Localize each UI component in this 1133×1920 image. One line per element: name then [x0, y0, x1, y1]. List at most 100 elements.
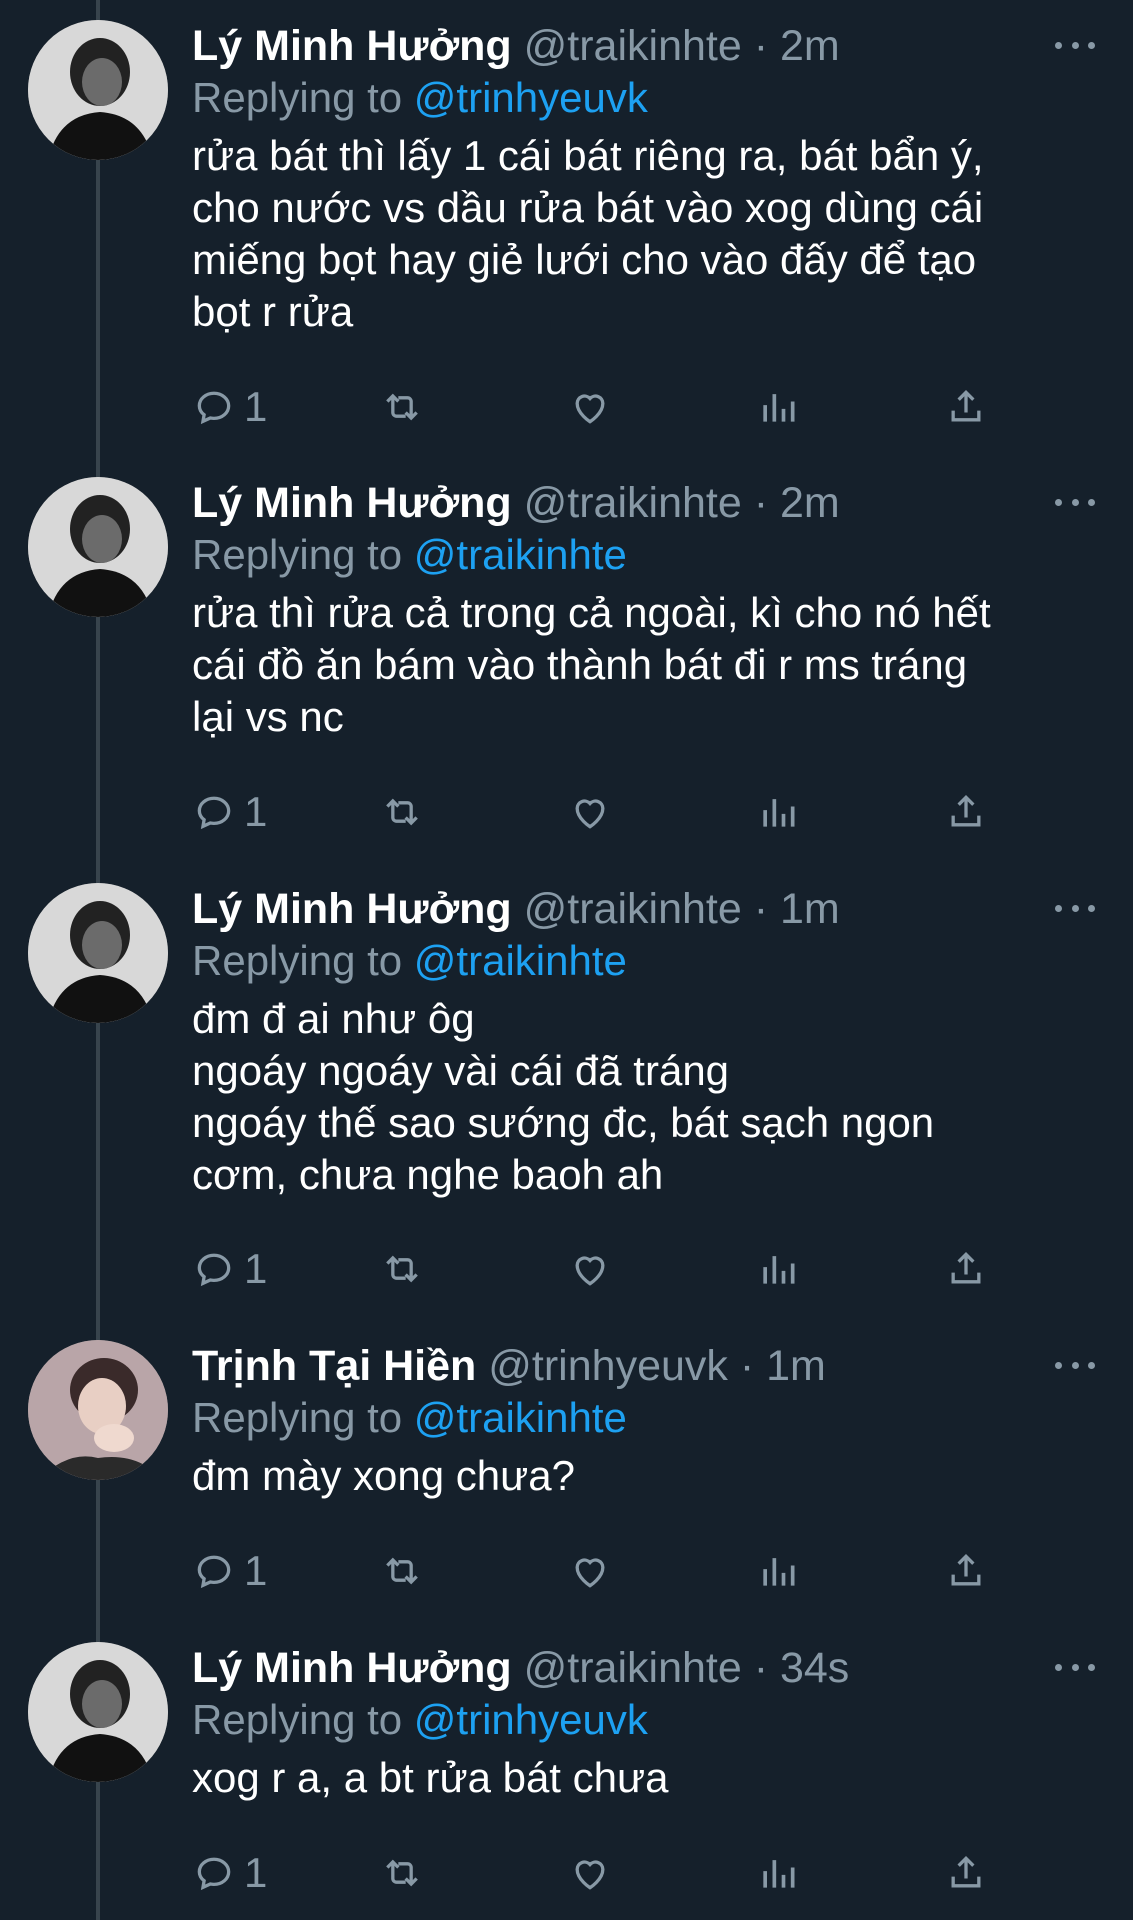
analytics-button[interactable] [756, 382, 800, 432]
more-options-icon[interactable] [1055, 30, 1095, 60]
reply-count: 1 [244, 788, 268, 835]
replying-to: Replying to @traikinhte [192, 1394, 627, 1441]
tweet-actions: 1 [192, 1848, 992, 1898]
tweet-actions: 1 [192, 1546, 992, 1596]
tweet-text: đm mày xong chưa? [192, 1452, 575, 1499]
reply-icon [197, 1555, 231, 1589]
tweet-actions: 1 [192, 787, 992, 837]
heart-icon [575, 1558, 605, 1588]
tweet-header: Lý Minh Hưởng @traikinhte · 2m [192, 20, 840, 72]
author-handle-time: @traikinhte · 34s [523, 1644, 850, 1692]
like-button[interactable] [568, 787, 612, 837]
more-options-icon[interactable] [1055, 487, 1095, 517]
tweet-header: Lý Minh Hưởng @traikinhte · 2m [192, 477, 840, 529]
reply-count: 1 [244, 1849, 268, 1896]
avatar[interactable] [28, 1340, 168, 1480]
analytics-icon [763, 1860, 795, 1888]
analytics-icon [763, 1256, 795, 1284]
mention-link[interactable]: @traikinhte [414, 531, 627, 578]
avatar[interactable] [28, 1642, 168, 1782]
tweet-header: Trịnh Tại Hiền @trinhyeuvk · 1m [192, 1340, 826, 1392]
like-button[interactable] [568, 1848, 612, 1898]
reply-icon [197, 391, 231, 425]
replying-to: Replying to @trinhyeuvk [192, 74, 648, 121]
analytics-icon [763, 394, 795, 422]
author-handle-time: @traikinhte · 2m [523, 22, 840, 70]
replying-to: Replying to @traikinhte [192, 937, 627, 984]
tweet-text: xog r a, a bt rửa bát chưa [192, 1754, 669, 1801]
share-button[interactable] [944, 1244, 988, 1294]
tweet-header: Lý Minh Hưởng @traikinhte · 34s [192, 1642, 849, 1694]
mention-link[interactable]: @traikinhte [414, 937, 627, 984]
author-name[interactable]: Lý Minh Hưởng [192, 885, 512, 933]
reply-count: 1 [244, 383, 268, 430]
more-options-icon[interactable] [1055, 893, 1095, 923]
reply-icon [197, 1253, 231, 1287]
retweet-icon [386, 1859, 418, 1887]
analytics-icon [763, 799, 795, 827]
share-button[interactable] [944, 1848, 988, 1898]
retweet-button[interactable] [380, 382, 424, 432]
avatar[interactable] [28, 477, 168, 617]
heart-icon [575, 799, 605, 829]
like-button[interactable] [568, 382, 612, 432]
author-name[interactable]: Lý Minh Hưởng [192, 22, 512, 70]
reply-icon [197, 1857, 231, 1891]
author-handle-time: @trinhyeuvk · 1m [488, 1342, 826, 1390]
retweet-button[interactable] [380, 1848, 424, 1898]
retweet-icon [386, 798, 418, 826]
heart-icon [575, 394, 605, 424]
avatar[interactable] [28, 20, 168, 160]
author-handle-time: @traikinhte · 2m [523, 479, 840, 527]
reply-button[interactable]: 1 [192, 1848, 267, 1898]
reply-count: 1 [244, 1245, 268, 1292]
like-button[interactable] [568, 1546, 612, 1596]
share-icon [951, 389, 981, 422]
reply-button[interactable]: 1 [192, 787, 267, 837]
more-options-icon[interactable] [1055, 1350, 1095, 1380]
analytics-button[interactable] [756, 1546, 800, 1596]
analytics-icon [763, 1558, 795, 1586]
avatar[interactable] [28, 883, 168, 1023]
share-icon [951, 1251, 981, 1284]
analytics-button[interactable] [756, 1244, 800, 1294]
author-name[interactable]: Trịnh Tại Hiền [192, 1342, 476, 1390]
tweet-text: rửa bát thì lấy 1 cái bát riêng ra, bát … [192, 132, 984, 335]
retweet-icon [386, 1255, 418, 1283]
share-icon [951, 794, 981, 827]
author-name[interactable]: Lý Minh Hưởng [192, 1644, 512, 1692]
analytics-button[interactable] [756, 1848, 800, 1898]
reply-count: 1 [244, 1547, 268, 1594]
share-button[interactable] [944, 1546, 988, 1596]
mention-link[interactable]: @traikinhte [414, 1394, 627, 1441]
reply-button[interactable]: 1 [192, 1244, 267, 1294]
author-name[interactable]: Lý Minh Hưởng [192, 479, 512, 527]
tweet-actions: 1 [192, 382, 992, 432]
reply-button[interactable]: 1 [192, 1546, 267, 1596]
share-button[interactable] [944, 787, 988, 837]
author-handle-time: @traikinhte · 1m [523, 885, 840, 933]
mention-link[interactable]: @trinhyeuvk [414, 74, 648, 121]
retweet-button[interactable] [380, 1244, 424, 1294]
mention-link[interactable]: @trinhyeuvk [414, 1696, 648, 1743]
analytics-button[interactable] [756, 787, 800, 837]
replying-to: Replying to @trinhyeuvk [192, 1696, 648, 1743]
tweet-actions: 1 [192, 1244, 992, 1294]
retweet-button[interactable] [380, 1546, 424, 1596]
replying-to: Replying to @traikinhte [192, 531, 627, 578]
tweet-text: đm đ ai như ôg ngoáy ngoáy vài cái đã tr… [192, 995, 935, 1198]
retweet-icon [386, 393, 418, 421]
tweet-header: Lý Minh Hưởng @traikinhte · 1m [192, 883, 840, 935]
reply-button[interactable]: 1 [192, 382, 267, 432]
heart-icon [575, 1256, 605, 1286]
share-icon [951, 1855, 981, 1888]
more-options-icon[interactable] [1055, 1652, 1095, 1682]
heart-icon [575, 1860, 605, 1890]
reply-icon [197, 796, 231, 830]
like-button[interactable] [568, 1244, 612, 1294]
share-icon [951, 1553, 981, 1586]
retweet-button[interactable] [380, 787, 424, 837]
tweet-text: rửa thì rửa cả trong cả ngoài, kì cho nó… [192, 589, 991, 740]
retweet-icon [386, 1557, 418, 1585]
share-button[interactable] [944, 382, 988, 432]
